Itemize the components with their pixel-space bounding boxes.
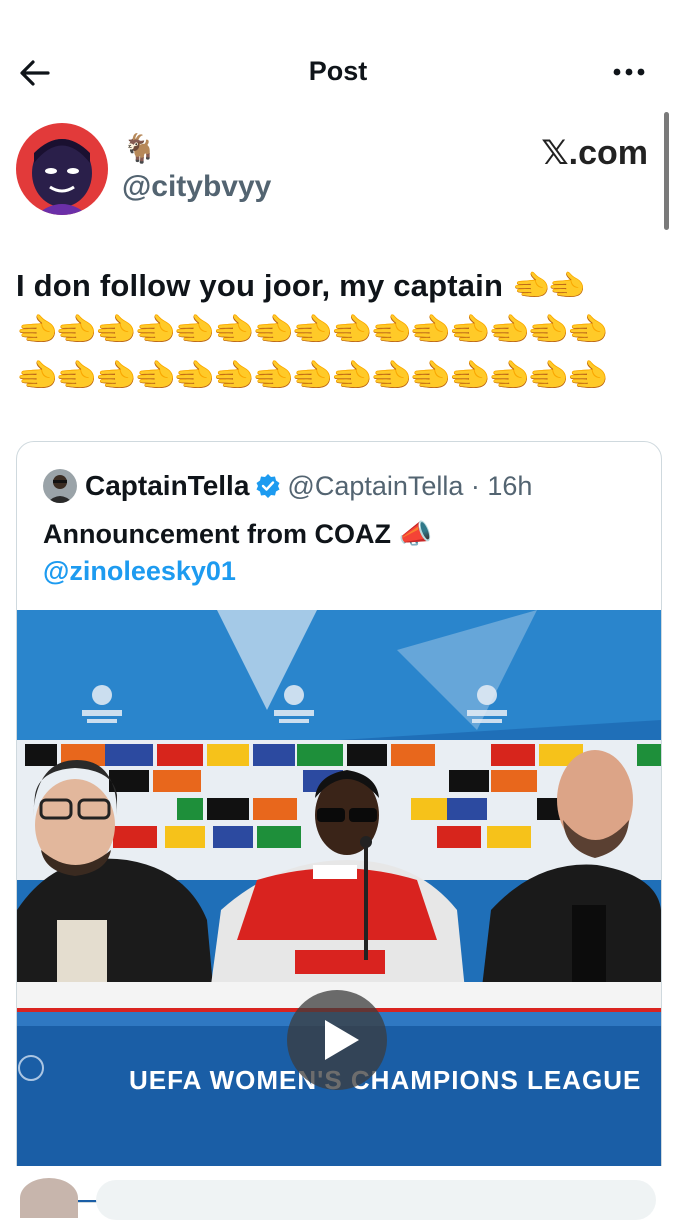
video-thumbnail[interactable]: UEFA WOMEN'S CHAMPIONS LEAGUE bbox=[17, 610, 661, 1202]
quoted-author-avatar[interactable] bbox=[43, 469, 77, 503]
scrollbar[interactable] bbox=[664, 112, 669, 230]
author-handle[interactable]: @citybvyy bbox=[122, 170, 271, 204]
quoted-post-card[interactable]: CaptainTella @CaptainTella · 16h Announc… bbox=[16, 441, 662, 1203]
quoted-post-header: CaptainTella @CaptainTella · 16h bbox=[43, 466, 532, 506]
emoji-row-1: 🫲🫲🫲🫲🫲🫲🫲🫲🫲🫲🫲🫲🫲🫲🫲 bbox=[16, 311, 609, 349]
video-frame-image bbox=[17, 610, 661, 1202]
reply-input[interactable] bbox=[96, 1180, 656, 1220]
quoted-author-handle-time: @CaptainTella · 16h bbox=[287, 471, 533, 501]
play-button[interactable] bbox=[287, 990, 387, 1090]
page-title: Post bbox=[308, 56, 368, 86]
quoted-post-mention-link[interactable]: @zinoleesky01 bbox=[43, 556, 236, 587]
post-text-line: I don follow you joor, my captain 🫲🫲 bbox=[16, 262, 666, 309]
top-bar: Post bbox=[0, 40, 676, 106]
play-icon bbox=[325, 1020, 359, 1060]
quoted-post-text: Announcement from COAZ 📣 bbox=[43, 519, 433, 549]
author-display-name: 🐐 bbox=[122, 133, 157, 164]
more-options-icon[interactable] bbox=[612, 58, 646, 86]
quoted-author-name[interactable]: CaptainTella bbox=[85, 466, 249, 506]
author-avatar[interactable] bbox=[16, 123, 108, 215]
x-watermark: 𝕏.com bbox=[541, 134, 648, 172]
emoji-row-2: 🫲🫲🫲🫲🫲🫲🫲🫲🫲🫲🫲🫲🫲🫲🫲 bbox=[16, 357, 609, 395]
post-text: I don follow you joor, my captain bbox=[16, 268, 504, 303]
reply-user-avatar[interactable] bbox=[20, 1178, 78, 1218]
post-trailing-emoji: 🫲🫲 bbox=[511, 268, 586, 303]
verified-badge-icon bbox=[256, 474, 280, 498]
